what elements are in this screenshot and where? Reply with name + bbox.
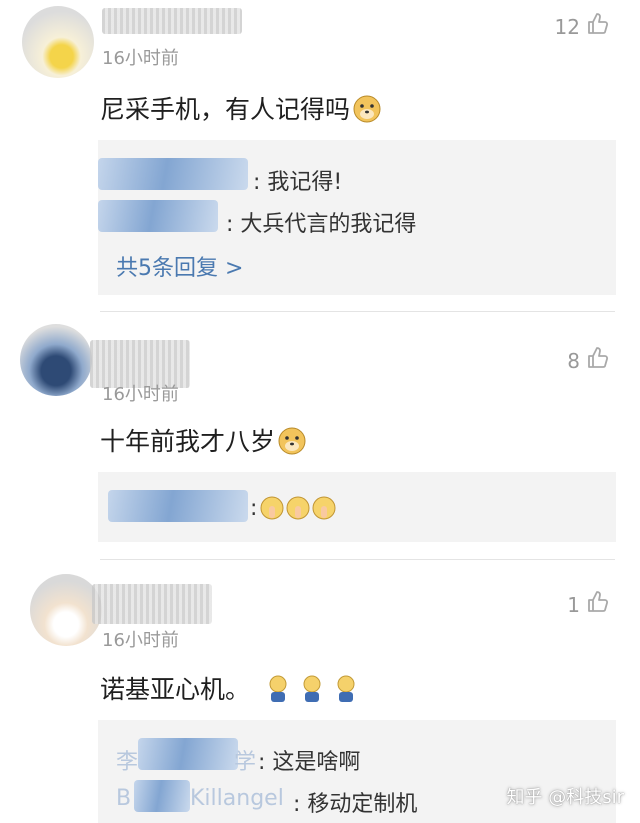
comment-2: 16小时前 8 十年前我才八岁 : xyxy=(0,312,640,560)
reply-text: : 这是啥啊 xyxy=(258,750,361,775)
doge-emoji-icon xyxy=(277,426,307,456)
view-all-replies-link[interactable]: 共5条回复 > xyxy=(116,250,243,282)
comment-time: 16小时前 xyxy=(102,48,179,69)
username-blurred[interactable] xyxy=(102,8,242,34)
reply-box: : 我记得! : 大兵代言的我记得 共5条回复 > xyxy=(98,140,616,295)
avatar[interactable] xyxy=(20,324,92,396)
comment-1: 16小时前 12 尼采手机，有人记得吗 : 我记得! : 大兵代言的我记得 共5… xyxy=(0,0,640,312)
reply-user-blurred[interactable] xyxy=(108,490,248,522)
avatar[interactable] xyxy=(22,6,94,78)
comment-text: 十年前我才八岁 xyxy=(100,422,307,458)
pray-emoji-icon xyxy=(260,494,340,528)
doge-emoji-icon xyxy=(352,94,382,124)
comment-time: 16小时前 xyxy=(102,630,179,651)
reply-username[interactable]: B xyxy=(116,786,131,811)
like-count: 1 xyxy=(567,592,580,617)
username-blurred[interactable] xyxy=(92,584,212,624)
reply-text: : xyxy=(250,496,258,521)
like-button[interactable]: 8 xyxy=(567,346,610,375)
reply-text: : 我记得! xyxy=(253,170,343,195)
like-button[interactable]: 1 xyxy=(567,590,610,619)
thumbs-up-icon xyxy=(586,346,610,375)
reply-username-tail[interactable]: 学 xyxy=(234,744,256,776)
reply-user-blurred[interactable] xyxy=(138,738,238,770)
like-count: 12 xyxy=(554,14,580,39)
like-button[interactable]: 12 xyxy=(555,12,610,41)
comment-text: 尼采手机，有人记得吗 xyxy=(100,90,382,126)
reply-box: : xyxy=(98,472,616,542)
sad-sitting-emoji-icon xyxy=(264,674,360,712)
reply-username[interactable]: 李 xyxy=(116,744,138,776)
zhihu-watermark: 知乎 @科技sir xyxy=(506,787,624,808)
like-count: 8 xyxy=(567,348,580,373)
thumbs-up-icon xyxy=(586,590,610,619)
reply-user-blurred[interactable] xyxy=(98,158,248,190)
reply-user-blurred[interactable] xyxy=(134,780,190,812)
reply-username-tail[interactable]: Killangel xyxy=(190,786,284,811)
reply-text: : 移动定制机 xyxy=(293,792,418,817)
reply-user-blurred[interactable] xyxy=(98,200,218,232)
comment-text: 诺基亚心机。 xyxy=(100,670,360,712)
comment-time: 16小时前 xyxy=(102,384,179,405)
reply-text: : 大兵代言的我记得 xyxy=(226,212,417,237)
thumbs-up-icon xyxy=(586,12,610,41)
